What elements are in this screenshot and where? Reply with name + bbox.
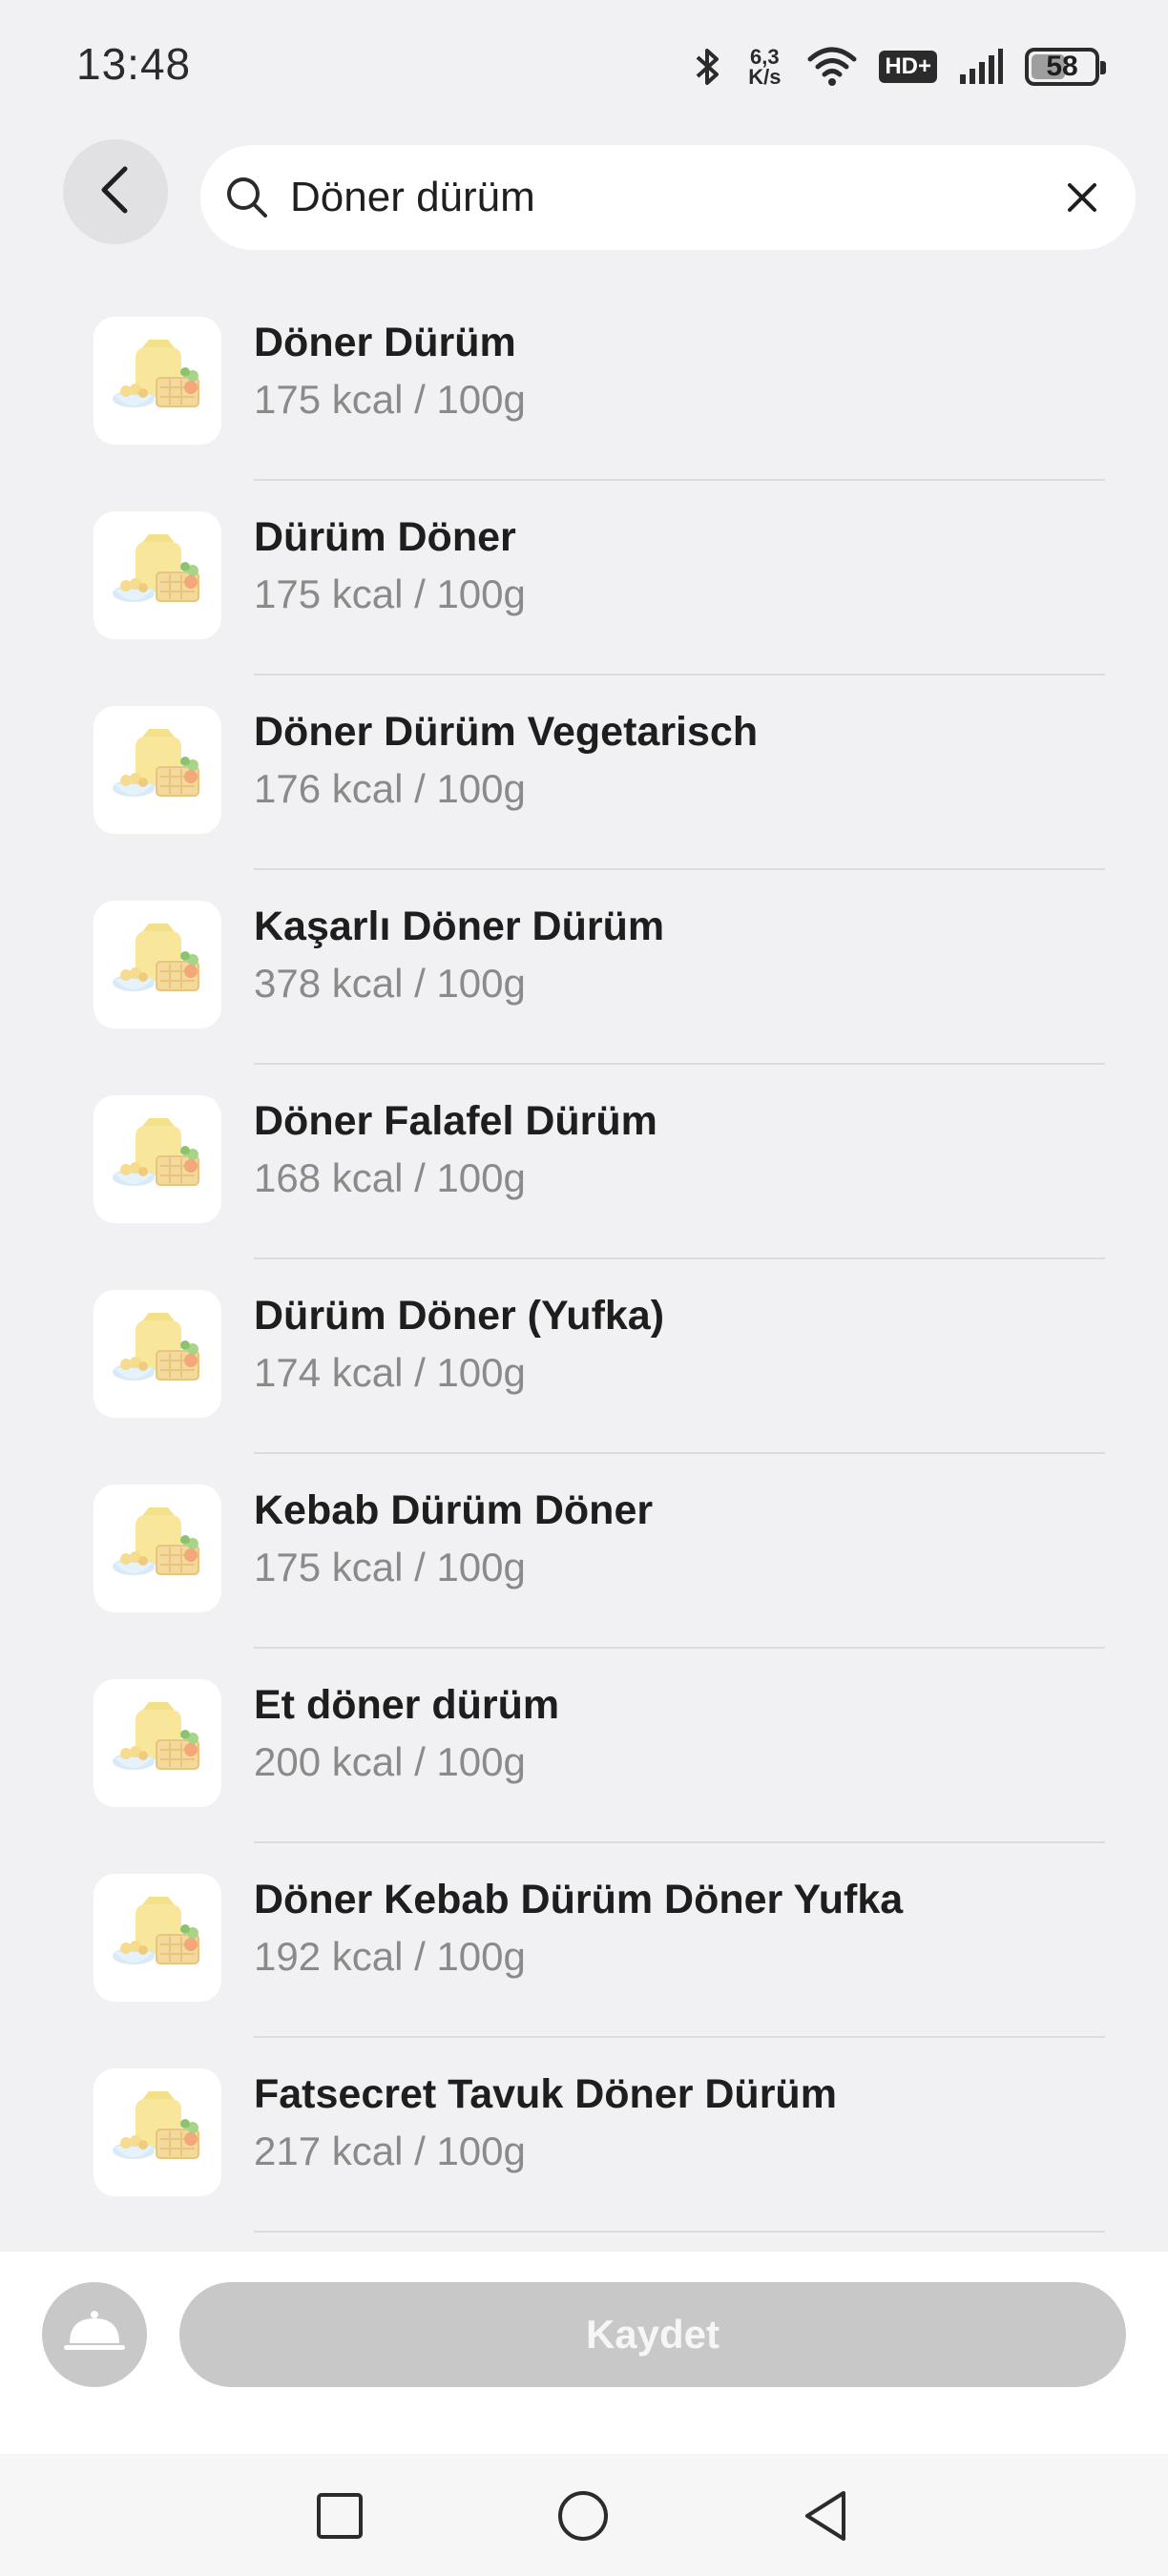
result-item[interactable]: Döner Kebab Dürüm Döner Yufka 192 kcal /… xyxy=(0,1843,1168,2038)
food-placeholder-icon xyxy=(113,1702,199,1770)
food-text: Kebab Dürüm Döner 175 kcal / 100g xyxy=(254,1483,1111,1597)
back-button[interactable] xyxy=(63,139,168,244)
battery-icon: 58 xyxy=(1025,48,1106,86)
wifi-icon xyxy=(806,46,858,88)
food-thumbnail xyxy=(94,2068,221,2196)
status-bar: 13:48 6,3 K/s HD+ 58 xyxy=(0,0,1168,134)
food-name: Fatsecret Tavuk Döner Dürüm xyxy=(254,2071,837,2117)
food-placeholder-icon xyxy=(113,340,199,407)
food-text: Dürüm Döner (Yufka) 174 kcal / 100g xyxy=(254,1288,1111,1402)
food-text: Fatsecret Tavuk Döner Dürüm 217 kcal / 1… xyxy=(254,2067,1111,2181)
food-placeholder-icon xyxy=(113,924,199,991)
result-item[interactable]: Kebab Dürüm Döner 175 kcal / 100g xyxy=(0,1454,1168,1649)
food-name: Döner Kebab Dürüm Döner Yufka xyxy=(254,1877,904,1922)
food-thumbnail xyxy=(94,1679,221,1807)
results-list: Döner Dürüm 175 kcal / 100g Dürüm Döner … xyxy=(0,286,1168,2233)
bluetooth-icon xyxy=(694,46,722,88)
food-calories: 175 kcal / 100g xyxy=(254,1545,526,1589)
food-thumbnail xyxy=(94,706,221,834)
food-calories: 378 kcal / 100g xyxy=(254,961,526,1006)
search-input[interactable] xyxy=(290,174,1057,221)
food-name: Döner Dürüm Vegetarisch xyxy=(254,709,759,755)
result-item[interactable]: Döner Dürüm 175 kcal / 100g xyxy=(0,286,1168,481)
food-calories: 200 kcal / 100g xyxy=(254,1739,526,1784)
cloche-icon xyxy=(62,2309,127,2361)
food-placeholder-icon xyxy=(113,1897,199,1964)
food-thumbnail xyxy=(94,1290,221,1418)
food-text: Döner Dürüm Vegetarisch 176 kcal / 100g xyxy=(254,704,1111,819)
food-thumbnail xyxy=(94,1485,221,1612)
food-calories: 175 kcal / 100g xyxy=(254,571,526,616)
divider xyxy=(254,2231,1105,2233)
search-bar[interactable] xyxy=(200,145,1136,250)
result-item[interactable]: Et döner dürüm 200 kcal / 100g xyxy=(0,1649,1168,1843)
food-name: Et döner dürüm xyxy=(254,1682,560,1728)
recent-apps-button[interactable] xyxy=(297,2473,383,2559)
food-text: Döner Dürüm 175 kcal / 100g xyxy=(254,315,1111,429)
food-placeholder-icon xyxy=(113,2091,199,2159)
status-icons: 6,3 K/s HD+ 58 xyxy=(694,42,1106,92)
food-text: Kaşarlı Döner Dürüm 378 kcal / 100g xyxy=(254,899,1111,1013)
food-thumbnail xyxy=(94,511,221,639)
action-bar: Kaydet xyxy=(0,2252,1168,2454)
home-button[interactable] xyxy=(540,2473,626,2559)
navigation-bar xyxy=(0,2454,1168,2576)
result-item[interactable]: Dürüm Döner (Yufka) 174 kcal / 100g xyxy=(0,1259,1168,1454)
food-name: Dürüm Döner (Yufka) xyxy=(254,1293,665,1339)
circle-icon xyxy=(558,2491,608,2541)
food-thumbnail xyxy=(94,317,221,445)
food-calories: 174 kcal / 100g xyxy=(254,1350,526,1395)
food-name: Döner Dürüm xyxy=(254,320,516,365)
food-calories: 175 kcal / 100g xyxy=(254,377,526,422)
food-name: Dürüm Döner xyxy=(254,514,516,560)
food-calories: 217 kcal / 100g xyxy=(254,2129,526,2173)
result-item[interactable]: Döner Dürüm Vegetarisch 176 kcal / 100g xyxy=(0,675,1168,870)
square-icon xyxy=(317,2493,363,2539)
chevron-left-icon xyxy=(96,165,135,219)
food-calories: 192 kcal / 100g xyxy=(254,1934,526,1979)
result-item[interactable]: Fatsecret Tavuk Döner Dürüm 217 kcal / 1… xyxy=(0,2038,1168,2233)
food-placeholder-icon xyxy=(113,534,199,602)
food-placeholder-icon xyxy=(113,729,199,797)
result-item[interactable]: Dürüm Döner 175 kcal / 100g xyxy=(0,481,1168,675)
food-text: Döner Falafel Dürüm 168 kcal / 100g xyxy=(254,1093,1111,1208)
result-item[interactable]: Döner Falafel Dürüm 168 kcal / 100g xyxy=(0,1065,1168,1259)
meal-button[interactable] xyxy=(42,2282,147,2387)
battery-level: 58 xyxy=(1046,51,1078,82)
food-text: Et döner dürüm 200 kcal / 100g xyxy=(254,1677,1111,1792)
food-name: Kaşarlı Döner Dürüm xyxy=(254,904,665,949)
network-speed-unit: K/s xyxy=(748,65,782,89)
close-icon[interactable] xyxy=(1057,173,1107,222)
network-speed-value: 6,3 xyxy=(750,45,780,69)
hd-badge: HD+ xyxy=(879,51,937,83)
food-placeholder-icon xyxy=(113,1507,199,1575)
food-calories: 176 kcal / 100g xyxy=(254,766,526,811)
food-thumbnail xyxy=(94,1095,221,1223)
food-placeholder-icon xyxy=(113,1313,199,1381)
status-time: 13:48 xyxy=(76,39,192,89)
food-name: Döner Falafel Dürüm xyxy=(254,1098,657,1144)
back-nav-button[interactable] xyxy=(783,2473,869,2559)
food-thumbnail xyxy=(94,1874,221,2002)
food-name: Kebab Dürüm Döner xyxy=(254,1487,654,1533)
save-button[interactable]: Kaydet xyxy=(179,2282,1126,2387)
triangle-back-icon xyxy=(805,2491,845,2541)
food-thumbnail xyxy=(94,901,221,1028)
food-calories: 168 kcal / 100g xyxy=(254,1155,526,1200)
food-placeholder-icon xyxy=(113,1118,199,1186)
network-speed: 6,3 K/s xyxy=(743,45,785,89)
search-icon xyxy=(225,176,269,219)
food-text: Dürüm Döner 175 kcal / 100g xyxy=(254,509,1111,624)
food-text: Döner Kebab Dürüm Döner Yufka 192 kcal /… xyxy=(254,1872,1111,1986)
signal-icon xyxy=(958,48,1004,86)
result-item[interactable]: Kaşarlı Döner Dürüm 378 kcal / 100g xyxy=(0,870,1168,1065)
